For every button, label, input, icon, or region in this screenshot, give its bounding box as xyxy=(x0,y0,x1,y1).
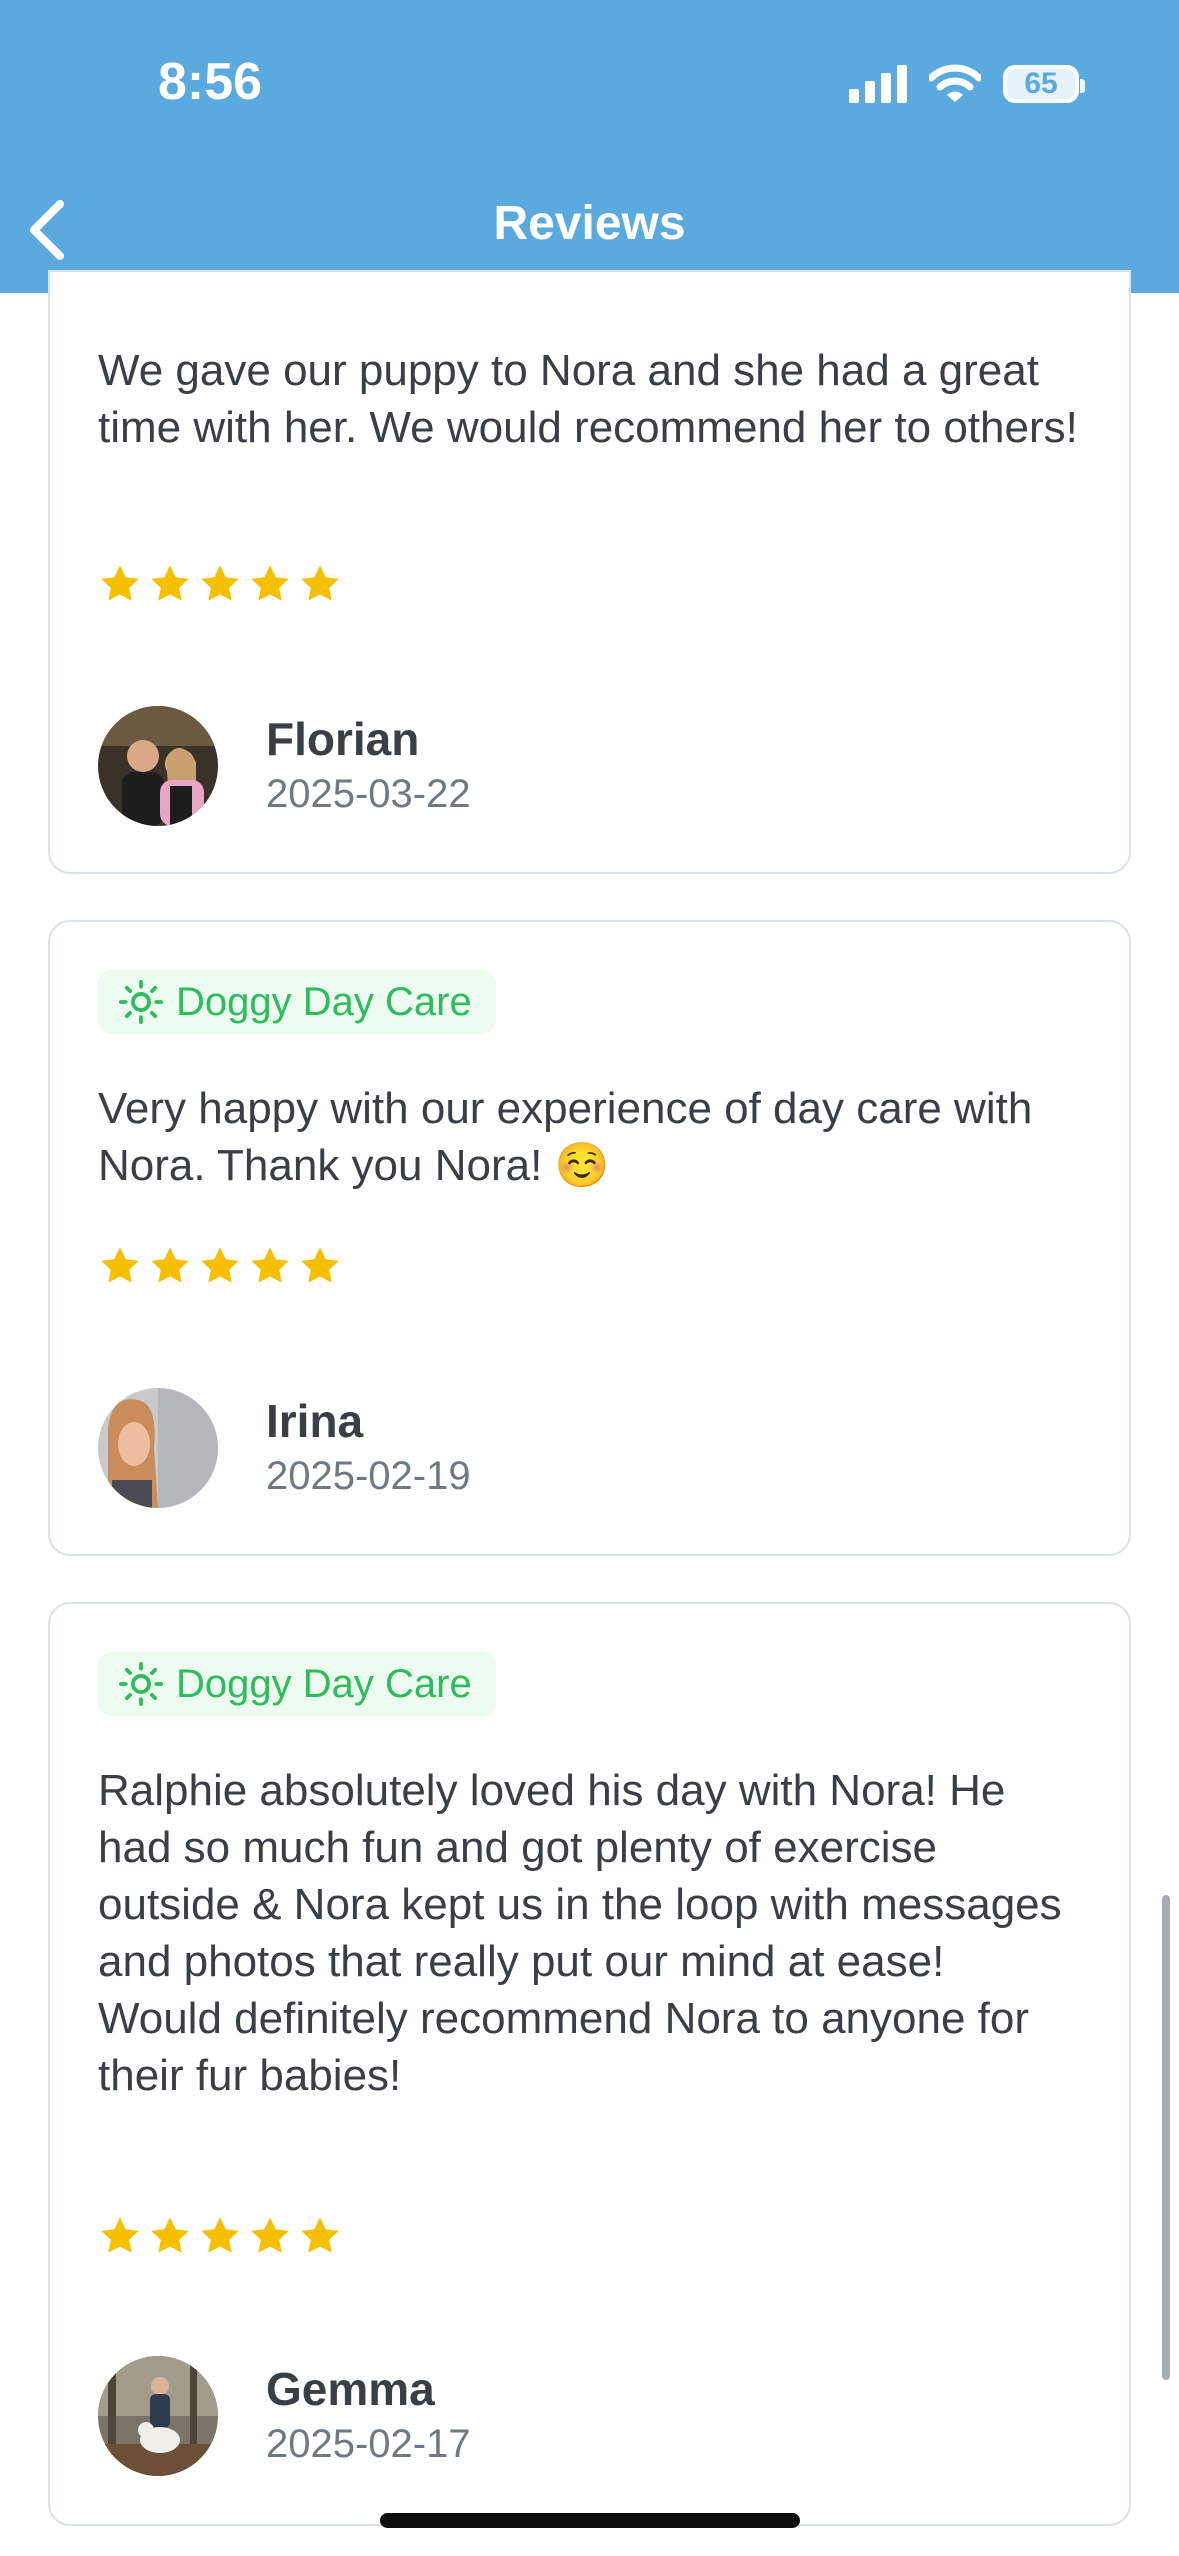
battery-level: 65 xyxy=(1024,67,1058,100)
review-card: Doggy Day Care Ralphie absolutely loved … xyxy=(48,1602,1131,2526)
star-icon xyxy=(301,1247,339,1283)
star-icon xyxy=(101,565,139,601)
star-icon xyxy=(101,2217,139,2253)
rating-stars xyxy=(98,2214,342,2258)
star-icon xyxy=(301,565,339,601)
review-card: We gave our puppy to Nora and she had a … xyxy=(48,270,1131,874)
review-date: 2025-03-22 xyxy=(266,772,471,816)
star-icon xyxy=(201,1247,239,1283)
review-date: 2025-02-17 xyxy=(266,2422,471,2466)
star-icon xyxy=(251,1247,289,1283)
star-icon xyxy=(101,1247,139,1283)
sun-icon xyxy=(118,1661,164,1707)
reviewer-name: Florian xyxy=(266,713,420,765)
star-icon xyxy=(151,565,189,601)
star-icon xyxy=(151,1247,189,1283)
star-icon xyxy=(251,565,289,601)
review-text: Ralphie absolutely loved his day with No… xyxy=(98,1766,1062,2100)
status-time: 8:56 xyxy=(158,53,263,111)
cellular-signal-icon xyxy=(849,65,907,103)
service-tag: Doggy Day Care xyxy=(98,1652,496,1716)
review-date: 2025-02-19 xyxy=(266,1454,471,1498)
reviewer-name: Irina xyxy=(266,1395,364,1447)
star-icon xyxy=(151,2217,189,2253)
avatar xyxy=(98,1388,218,1508)
rating-stars xyxy=(98,562,342,606)
review-text: Very happy with our experience of day ca… xyxy=(98,1084,1033,1190)
star-icon xyxy=(201,565,239,601)
review-text: We gave our puppy to Nora and she had a … xyxy=(98,346,1078,452)
home-indicator[interactable] xyxy=(380,2513,800,2528)
rating-stars xyxy=(98,1244,342,1288)
service-tag: Doggy Day Care xyxy=(98,970,496,1034)
service-tag-label: Doggy Day Care xyxy=(176,979,472,1024)
reviewer-name: Gemma xyxy=(266,2363,435,2415)
star-icon xyxy=(301,2217,339,2253)
avatar xyxy=(98,2356,218,2476)
star-icon xyxy=(201,2217,239,2253)
service-tag-label: Doggy Day Care xyxy=(176,1661,472,1706)
scrollbar[interactable] xyxy=(1162,1895,1170,2380)
review-card: Doggy Day Care Very happy with our exper… xyxy=(48,920,1131,1556)
avatar xyxy=(98,706,218,826)
page-title: Reviews xyxy=(493,197,686,250)
battery-icon: 65 xyxy=(1003,65,1085,103)
status-icons: 65 xyxy=(849,62,1085,106)
app-header: 8:56 65 Reviews xyxy=(0,0,1179,293)
wifi-icon xyxy=(929,64,981,102)
sun-icon xyxy=(118,979,164,1025)
star-icon xyxy=(251,2217,289,2253)
